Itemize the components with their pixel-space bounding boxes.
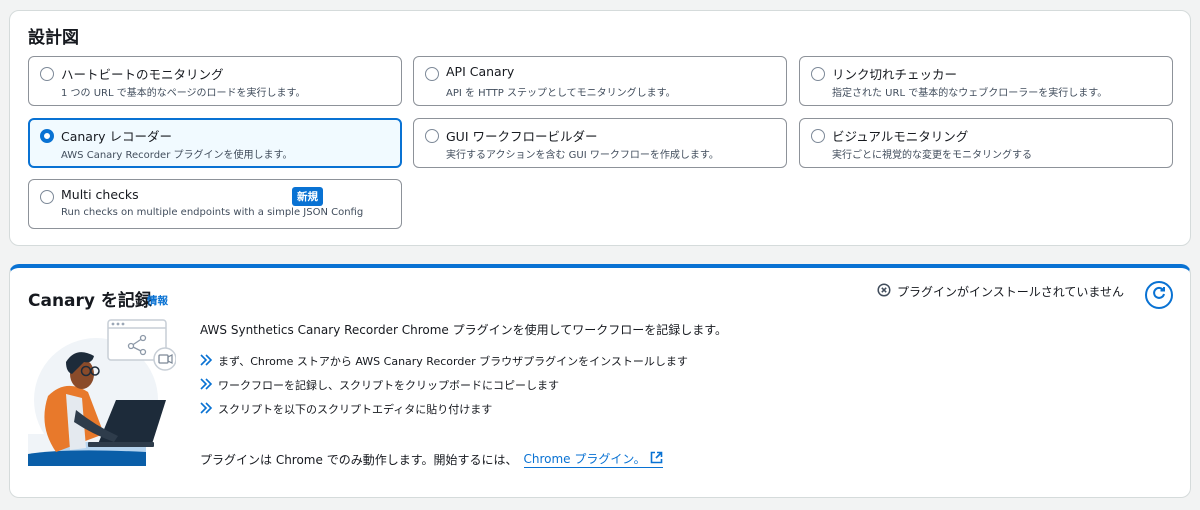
option-title: リンク切れチェッカー xyxy=(832,67,958,82)
double-chevron-right-icon xyxy=(200,377,213,393)
blueprint-panel: 設計図 ハートビートのモニタリング 1 つの URL で基本的なページのロードを… xyxy=(9,10,1191,246)
chrome-plugin-link[interactable]: Chrome プラグイン。 xyxy=(523,450,663,468)
radio-button[interactable] xyxy=(40,190,54,204)
instruction-step: スクリプトを以下のスクリプトエディタに貼り付けます xyxy=(200,401,492,417)
refresh-button[interactable] xyxy=(1145,281,1173,309)
option-description: AWS Canary Recorder プラグインを使用します。 xyxy=(61,150,293,161)
instruction-step: ワークフローを記録し、スクリプトをクリップボードにコピーします xyxy=(200,377,559,393)
option-description: API を HTTP ステップとしてモニタリングします。 xyxy=(446,88,676,99)
step-text: ワークフローを記録し、スクリプトをクリップボードにコピーします xyxy=(218,379,559,392)
radio-button-selected[interactable] xyxy=(40,129,54,143)
radio-button[interactable] xyxy=(425,129,439,143)
blueprint-option-visual-monitoring[interactable]: ビジュアルモニタリング 実行ごとに視覚的な変更をモニタリングする xyxy=(799,118,1173,168)
instruction-step: まず、Chrome ストアから AWS Canary Recorder ブラウザ… xyxy=(200,353,688,369)
refresh-icon xyxy=(1151,285,1167,305)
option-description: Run checks on multiple endpoints with a … xyxy=(61,207,364,218)
section-title: Canary を記録 xyxy=(28,291,152,311)
option-title: ハートビートのモニタリング xyxy=(61,67,224,82)
option-title: Canary レコーダー xyxy=(61,129,172,144)
info-link[interactable]: 情報 xyxy=(147,293,168,308)
status-text: プラグインがインストールされていません xyxy=(897,285,1125,299)
blueprint-option-broken-link-checker[interactable]: リンク切れチェッカー 指定された URL で基本的なウェブクローラーを実行します… xyxy=(799,56,1173,106)
link-text: Chrome プラグイン。 xyxy=(523,452,646,466)
option-description: 1 つの URL で基本的なページのロードを実行します。 xyxy=(61,88,306,99)
option-description: 指定された URL で基本的なウェブクローラーを実行します。 xyxy=(832,88,1108,99)
blueprint-option-heartbeat[interactable]: ハートビートのモニタリング 1 つの URL で基本的なページのロードを実行しま… xyxy=(28,56,402,106)
blueprint-option-api-canary[interactable]: API Canary API を HTTP ステップとしてモニタリングします。 xyxy=(413,56,787,106)
radio-button[interactable] xyxy=(811,67,825,81)
plugin-status: プラグインがインストールされていません xyxy=(877,283,1124,300)
blueprint-title: 設計図 xyxy=(28,28,79,48)
radio-button[interactable] xyxy=(425,67,439,81)
plugin-note: プラグインは Chrome でのみ動作します。開始するには、 Chrome プラ… xyxy=(200,450,663,468)
blueprint-option-canary-recorder[interactable]: Canary レコーダー AWS Canary Recorder プラグインを使… xyxy=(28,118,402,168)
error-circle-icon xyxy=(877,283,891,300)
option-description: 実行ごとに視覚的な変更をモニタリングする xyxy=(832,150,1032,161)
step-text: まず、Chrome ストアから AWS Canary Recorder ブラウザ… xyxy=(218,355,688,368)
double-chevron-right-icon xyxy=(200,401,213,417)
step-text: スクリプトを以下のスクリプトエディタに貼り付けます xyxy=(218,403,493,416)
recorder-illustration xyxy=(26,316,177,466)
plugin-note-text: プラグインは Chrome でのみ動作します。開始するには、 xyxy=(200,452,518,467)
option-description: 実行するアクションを含む GUI ワークフローを作成します。 xyxy=(446,150,719,161)
radio-button[interactable] xyxy=(811,129,825,143)
option-title: Multi checks xyxy=(61,187,139,202)
option-title: API Canary xyxy=(446,64,515,79)
radio-button[interactable] xyxy=(40,67,54,81)
recorder-description: AWS Synthetics Canary Recorder Chrome プラ… xyxy=(200,323,728,337)
blueprint-option-gui-workflow-builder[interactable]: GUI ワークフロービルダー 実行するアクションを含む GUI ワークフローを作… xyxy=(413,118,787,168)
double-chevron-right-icon xyxy=(200,353,213,369)
external-link-icon xyxy=(650,451,663,467)
blueprint-option-multi-checks[interactable]: Multi checks 新規 Run checks on multiple e… xyxy=(28,179,402,229)
record-canary-panel: Canary を記録 情報 プラグインがインストールされていません AWS Sy… xyxy=(9,264,1191,498)
new-badge: 新規 xyxy=(292,187,323,206)
option-title: GUI ワークフロービルダー xyxy=(446,129,598,144)
option-title: ビジュアルモニタリング xyxy=(832,129,969,144)
